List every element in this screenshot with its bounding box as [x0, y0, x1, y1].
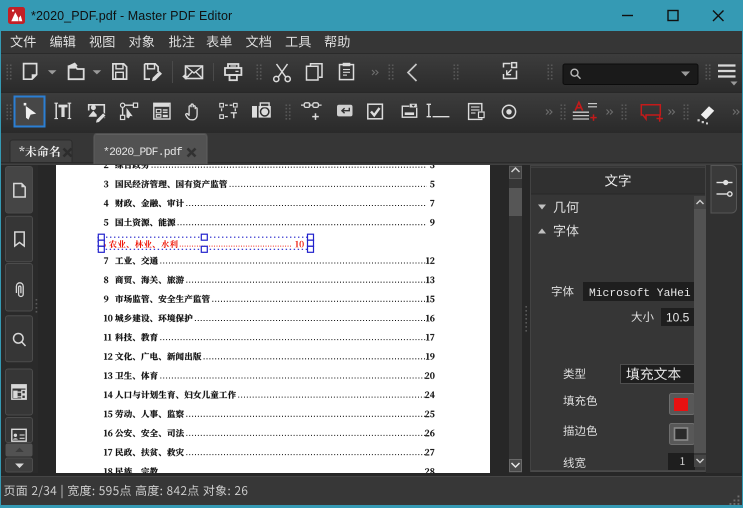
svg-text:Microsoft YaHei: Microsoft YaHei — [589, 288, 691, 300]
svg-text:10.5: 10.5 — [666, 311, 690, 325]
svg-text:*2020_PDF.pdf: *2020_PDF.pdf — [103, 147, 183, 159]
svg-text:*2020_PDF.pdf - Master PDF Edi: *2020_PDF.pdf - Master PDF Editor — [31, 9, 232, 23]
